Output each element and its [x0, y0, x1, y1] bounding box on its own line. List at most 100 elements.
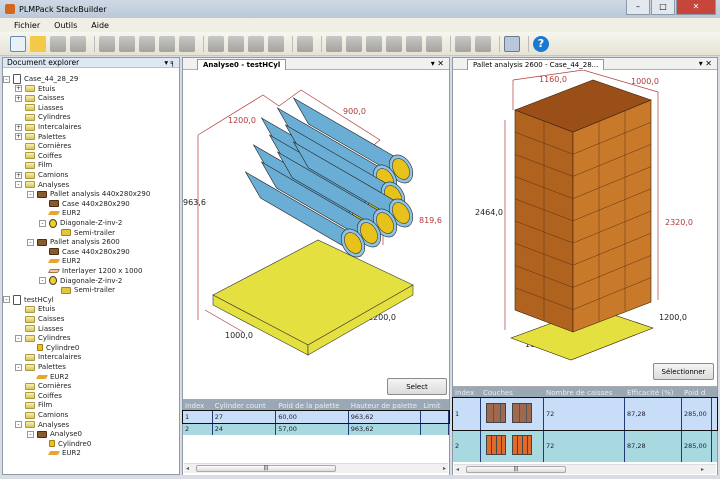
tree-node[interactable]: EUR2	[47, 256, 81, 266]
box-case-analysis-icon[interactable]	[406, 35, 422, 52]
expand-toggle[interactable]: +	[15, 133, 22, 141]
tree-node[interactable]: Liasses	[25, 103, 63, 113]
save-as-icon[interactable]	[70, 35, 86, 52]
expand-toggle[interactable]: +	[15, 85, 22, 93]
tree-node[interactable]: EUR2	[35, 372, 69, 382]
column-header[interactable]: Poid d	[682, 389, 712, 397]
column-header[interactable]: Index	[183, 402, 213, 410]
3d-viewport[interactable]: 1160,0 1000,0 2464,0 2320,0 1000,0 1200,…	[453, 69, 717, 361]
add-cap-icon[interactable]	[248, 35, 264, 52]
tree-node[interactable]: Cornières	[25, 141, 71, 151]
column-header[interactable]: Index	[453, 389, 481, 397]
tree-node[interactable]: Camions	[25, 170, 68, 180]
tree-node[interactable]: Diagonale-Z-inv-2	[49, 218, 122, 228]
tree-node[interactable]: Cylindres	[25, 112, 70, 122]
menu-outils[interactable]: Outils	[54, 21, 77, 30]
tree-node[interactable]: Diagonale-Z-inv-2	[49, 276, 122, 286]
add-box-icon[interactable]	[99, 35, 115, 52]
column-header[interactable]: Poid de la palette	[276, 402, 348, 410]
table-row[interactable]: 2 72 87,28 285,00	[453, 430, 717, 462]
expand-toggle[interactable]: -	[15, 363, 22, 371]
tab-close-icon[interactable]: ▾ ✕	[431, 58, 444, 69]
expand-toggle[interactable]: -	[27, 238, 34, 246]
tree-node[interactable]: Semi-trailer	[61, 228, 115, 238]
bundle-analysis-icon[interactable]	[386, 35, 402, 52]
column-header[interactable]: Hauteur de palette	[349, 402, 421, 410]
tree-node[interactable]: Pallet analysis 440x280x290	[37, 189, 150, 199]
expand-toggle[interactable]: -	[15, 181, 22, 189]
tree-node[interactable]: Case_44_28_29	[13, 74, 78, 84]
tree-node[interactable]: Interlayer 1200 x 1000	[47, 266, 142, 276]
expand-toggle[interactable]: +	[15, 123, 22, 131]
expand-toggle[interactable]: -	[15, 421, 22, 429]
tree-node[interactable]: Liasses	[25, 324, 63, 334]
tree-node[interactable]: Etuis	[25, 84, 55, 94]
tree-node[interactable]: Palettes	[25, 132, 66, 142]
expand-toggle[interactable]: +	[15, 94, 22, 102]
tree-node[interactable]: Cornières	[25, 381, 71, 391]
horizontal-scrollbar[interactable]: ◂ ||| ▸	[184, 463, 448, 473]
add-truck-icon[interactable]	[297, 35, 313, 52]
case-analysis-icon[interactable]	[346, 35, 362, 52]
select-button[interactable]: Select	[387, 378, 447, 395]
tree-node[interactable]: Caisses	[25, 314, 64, 324]
tree-node[interactable]: Intercalaires	[25, 352, 81, 362]
expand-toggle[interactable]: -	[3, 75, 10, 83]
expand-toggle[interactable]: +	[15, 171, 22, 179]
table-row[interactable]: 1 72 87,28 285,00	[452, 397, 718, 431]
tree-node[interactable]: Analyses	[25, 420, 69, 430]
expand-toggle[interactable]: -	[39, 219, 46, 227]
help-icon[interactable]: ?	[533, 35, 549, 52]
tree-node[interactable]: Coiffes	[25, 151, 62, 161]
maximize-button[interactable]: □	[651, 0, 675, 15]
column-header[interactable]: Efficacité (%)	[625, 389, 682, 397]
tab-pallet-analysis-2600[interactable]: Pallet analysis 2600 - Case_44_28...	[467, 59, 605, 70]
database-icon[interactable]	[504, 35, 520, 52]
select-button[interactable]: Sélectionner	[653, 363, 714, 380]
tree-node[interactable]: Intercalaires	[25, 122, 81, 132]
add-pallet-icon[interactable]	[208, 35, 224, 52]
tree-node[interactable]: Film	[25, 400, 52, 410]
horizontal-scrollbar[interactable]: ◂ ||| ▸	[454, 464, 716, 474]
pin-icon[interactable]: ▾ ╕	[164, 58, 175, 67]
tree-node[interactable]: Film	[25, 160, 52, 170]
tree-node[interactable]: Cylindres	[25, 333, 70, 343]
add-corner-icon[interactable]	[228, 35, 244, 52]
tree-node[interactable]: Case 440x280x290	[49, 199, 130, 209]
tree-node[interactable]: Analyses	[25, 180, 69, 190]
column-header[interactable]: Cylinder count	[213, 402, 277, 410]
tree-node[interactable]: Cylindre0	[49, 439, 91, 449]
expand-toggle[interactable]: -	[27, 190, 34, 198]
abcd-icon[interactable]	[455, 35, 471, 52]
column-header[interactable]: Nombre de caisses	[544, 389, 625, 397]
add-interlayer-icon[interactable]	[179, 35, 195, 52]
tree-node[interactable]: EUR2	[47, 208, 81, 218]
menu-aide[interactable]: Aide	[91, 21, 109, 30]
column-header[interactable]: Limit	[421, 402, 449, 410]
grid-box-icon[interactable]	[475, 35, 491, 52]
add-bundle-icon[interactable]	[139, 35, 155, 52]
tree-node[interactable]: Case 440x280x290	[49, 247, 130, 257]
expand-toggle[interactable]: -	[3, 296, 10, 304]
tree-node[interactable]: Caisses	[25, 93, 64, 103]
menu-fichier[interactable]: Fichier	[14, 21, 40, 30]
expand-toggle[interactable]: -	[27, 430, 34, 438]
cylinder-analysis-icon[interactable]	[366, 35, 382, 52]
column-header[interactable]: Couches	[481, 389, 544, 397]
table-row[interactable]: 2 24 57,00 963,62	[183, 423, 449, 435]
open-folder-icon[interactable]	[30, 35, 46, 52]
expand-toggle[interactable]: -	[39, 277, 46, 285]
tab-close-icon[interactable]: ▾ ✕	[699, 58, 712, 69]
expand-toggle[interactable]: -	[15, 334, 22, 342]
box-pallet-analysis-icon[interactable]	[426, 35, 442, 52]
table-row[interactable]: 1 27 60,00 963,62	[182, 410, 450, 424]
tree-node[interactable]: Pallet analysis 2600	[37, 237, 120, 247]
tree-node[interactable]: Semi-trailer	[61, 285, 115, 295]
3d-viewport[interactable]: 1200,0 900,0 963,6 819,6 1000,0 1200,0	[183, 70, 449, 373]
new-document-icon[interactable]	[10, 35, 26, 52]
add-film-icon[interactable]	[268, 35, 284, 52]
close-button[interactable]: ✕	[676, 0, 716, 15]
tree-node[interactable]: testHCyl	[13, 294, 54, 305]
tree-node[interactable]: Palettes	[25, 362, 66, 372]
tree-node[interactable]: Camions	[25, 410, 68, 420]
